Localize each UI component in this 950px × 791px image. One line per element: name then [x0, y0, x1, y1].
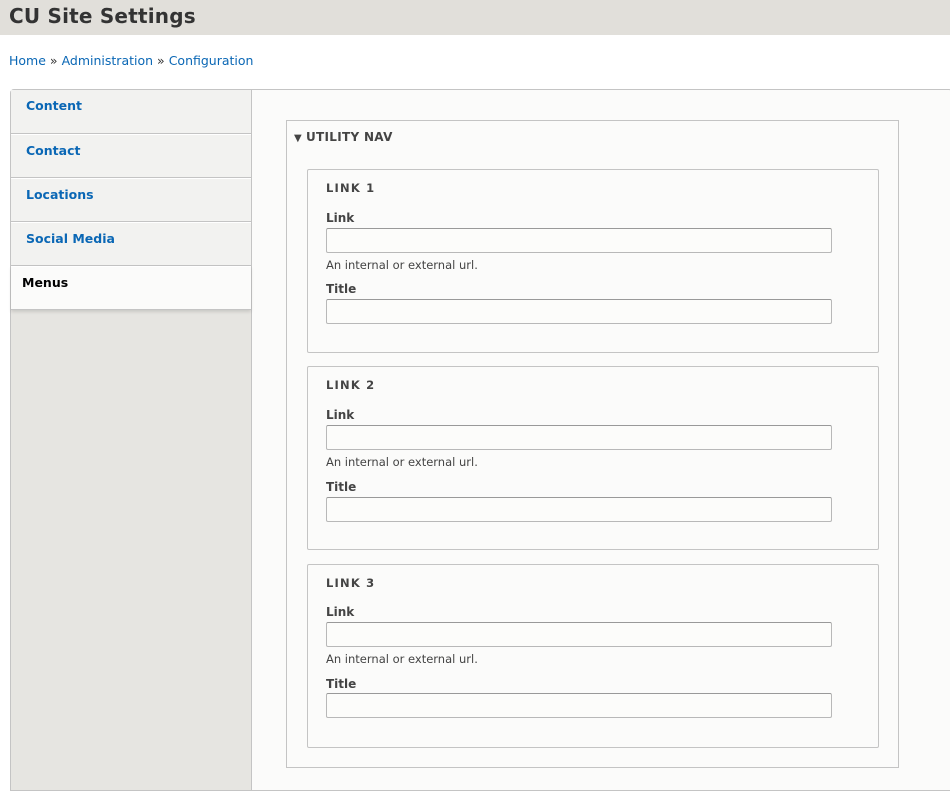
triangle-down-icon: ▼	[294, 133, 302, 144]
breadcrumb-configuration[interactable]: Configuration	[169, 53, 254, 68]
link-3-title-label: Title	[326, 677, 357, 691]
link-3-fieldset: LINK 3 Link An internal or external url.…	[307, 564, 879, 748]
utility-nav-toggle[interactable]: ▼ UTILITY NAV	[294, 130, 393, 144]
tab-menus[interactable]: Menus	[11, 266, 251, 310]
link-3-link-label: Link	[326, 605, 355, 619]
utility-nav-fieldset: ▼ UTILITY NAV LINK 1 Link An internal or …	[286, 120, 899, 768]
link-2-link-label: Link	[326, 408, 355, 422]
link-2-title: LINK 2	[326, 378, 376, 392]
link-1-link-label: Link	[326, 211, 355, 225]
link-1-title-input[interactable]	[326, 299, 832, 324]
vertical-tabs: Content Contact Locations Social Media M…	[10, 89, 950, 791]
link-2-fieldset: LINK 2 Link An internal or external url.…	[307, 366, 879, 550]
link-1-title-label: Title	[326, 282, 357, 296]
link-2-title-label: Title	[326, 480, 357, 494]
page-header: CU Site Settings	[0, 0, 950, 35]
tab-locations[interactable]: Locations	[11, 178, 251, 222]
breadcrumb-separator: »	[157, 53, 165, 68]
breadcrumb: Home» Administration» Configuration	[9, 53, 253, 68]
breadcrumb-home[interactable]: Home	[9, 53, 46, 68]
link-3-link-description: An internal or external url.	[326, 652, 478, 666]
link-1-link-description: An internal or external url.	[326, 258, 478, 272]
breadcrumb-administration[interactable]: Administration	[62, 53, 153, 68]
link-1-link-input[interactable]	[326, 228, 832, 253]
link-1-fieldset: LINK 1 Link An internal or external url.…	[307, 169, 879, 353]
tab-content[interactable]: Content	[11, 90, 251, 134]
breadcrumb-separator: »	[49, 53, 58, 68]
link-3-title-input[interactable]	[326, 693, 832, 718]
link-2-link-description: An internal or external url.	[326, 455, 478, 469]
vertical-tabs-list: Content Contact Locations Social Media M…	[11, 90, 252, 790]
link-3-link-input[interactable]	[326, 622, 832, 647]
link-2-title-input[interactable]	[326, 497, 832, 522]
link-2-link-input[interactable]	[326, 425, 832, 450]
tab-social-media[interactable]: Social Media	[11, 222, 251, 266]
fieldset-legend: UTILITY NAV	[306, 130, 393, 144]
tab-contact[interactable]: Contact	[11, 134, 251, 178]
link-3-title: LINK 3	[326, 576, 376, 590]
link-1-title: LINK 1	[326, 181, 376, 195]
page-title: CU Site Settings	[9, 4, 196, 28]
